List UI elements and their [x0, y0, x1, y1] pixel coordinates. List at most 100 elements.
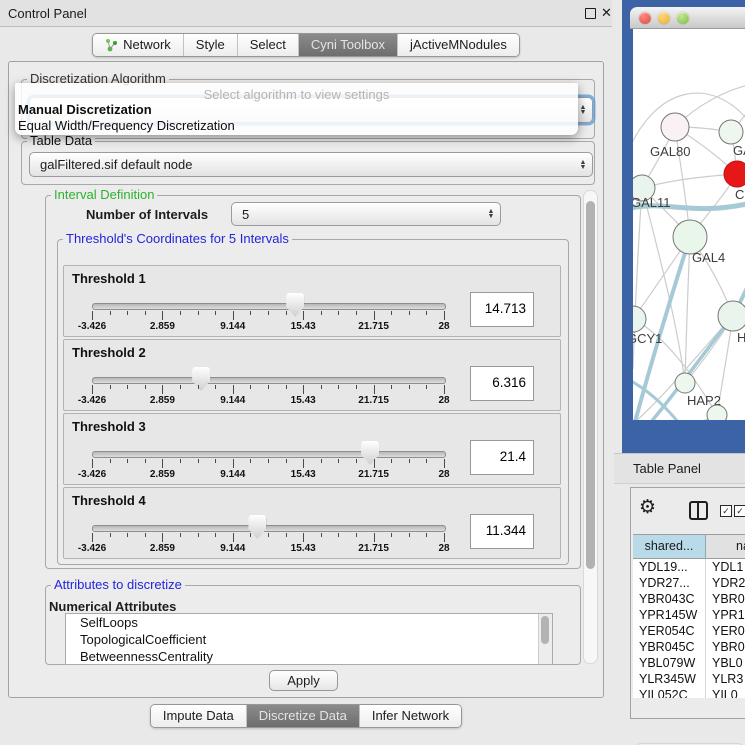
columns-icon[interactable]: [689, 501, 708, 520]
tick-mark: [198, 533, 199, 537]
slider-track[interactable]: [92, 377, 446, 384]
threshold-value-field[interactable]: 11.344: [470, 514, 534, 549]
tick-mark: [233, 533, 234, 542]
network-window-titlebar[interactable]: [630, 7, 745, 29]
tab-infer-network[interactable]: Infer Network: [360, 705, 461, 727]
threshold-row-1: Threshold 1-3.4262.8599.14415.4321.71528…: [63, 265, 561, 337]
number-of-intervals-combobox[interactable]: 5 ▲▼: [231, 202, 501, 226]
tab-select[interactable]: Select: [238, 34, 299, 56]
tick-mark: [426, 533, 427, 537]
control-tab-group: NetworkStyleSelectCyni ToolboxjActiveMNo…: [92, 33, 520, 57]
settings-vertical-scrollbar[interactable]: [583, 190, 598, 664]
threshold-label: Threshold 3: [72, 419, 146, 434]
table-row[interactable]: YLR345WYLR3: [633, 671, 745, 687]
table-body: YDL19...YDL1YDR27...YDR2YBR043CYBR0YPR14…: [633, 559, 745, 698]
tick-mark: [391, 311, 392, 315]
node-label: H: [737, 330, 745, 345]
tick-mark: [250, 311, 251, 315]
table-row[interactable]: YDL19...YDL1: [633, 559, 745, 575]
slider-track[interactable]: [92, 525, 446, 532]
network-node-c[interactable]: [724, 161, 745, 187]
table-row[interactable]: YBR045CYBR0: [633, 639, 745, 655]
list-vertical-scrollbar[interactable]: [538, 614, 552, 664]
attributes-group-label: Attributes to discretize: [51, 578, 185, 592]
tick-mark: [444, 385, 445, 394]
close-traffic-light-icon[interactable]: [639, 12, 651, 24]
stepper-arrows-icon[interactable]: ▲▼: [482, 209, 500, 219]
dropdown-option-manual-discretization[interactable]: Manual Discretization: [18, 102, 152, 117]
network-canvas[interactable]: GAL80GACGAL11GAL4GCY1HHAP2: [633, 29, 745, 420]
checkbox-icon[interactable]: ✓: [720, 505, 732, 517]
network-node-hap2[interactable]: [675, 373, 695, 393]
tick-mark: [250, 385, 251, 389]
checkbox-icon[interactable]: ✓: [734, 505, 745, 517]
tab-network[interactable]: Network: [93, 34, 184, 56]
tick-mark: [338, 385, 339, 389]
dropdown-option-equal-width-frequency-discretization[interactable]: Equal Width/Frequency Discretization: [18, 118, 235, 133]
scrollbar-thumb[interactable]: [586, 201, 595, 569]
network-edge[interactable]: [642, 174, 737, 188]
network-edge[interactable]: [642, 188, 685, 383]
table-row[interactable]: YIL052CYIL0: [633, 687, 745, 698]
table-row[interactable]: YBL079WYBL0: [633, 655, 745, 671]
scrollbar-thumb[interactable]: [541, 616, 549, 644]
table-panel-title: Table Panel: [633, 461, 701, 476]
number-of-intervals-label: Number of Intervals: [86, 207, 208, 222]
tick-mark: [127, 533, 128, 537]
tick-mark: [444, 533, 445, 542]
tick-mark: [180, 459, 181, 463]
table-cell: YIL0: [706, 687, 745, 698]
close-icon[interactable]: ✕: [601, 5, 612, 21]
control-panel-titlebar: Control Panel ✕: [0, 0, 612, 27]
tab-style[interactable]: Style: [184, 34, 238, 56]
column-header-1[interactable]: shared...: [633, 535, 706, 558]
zoom-traffic-light-icon[interactable]: [677, 12, 689, 24]
numerical-attributes-list[interactable]: SelfLoopsTopologicalCoefficientBetweenne…: [65, 613, 553, 665]
tick-mark: [180, 311, 181, 315]
network-node-gcy1[interactable]: [633, 306, 646, 332]
tick-label: 28: [438, 395, 449, 406]
tick-label: 28: [438, 321, 449, 332]
node-table: shared...na YDL19...YDL1YDR27...YDR2YBR0…: [633, 534, 745, 698]
apply-button[interactable]: Apply: [269, 670, 338, 691]
slider-tick-labels: -3.4262.8599.14415.4321.71528: [92, 321, 444, 333]
stepper-arrows-icon[interactable]: ▲▼: [574, 160, 592, 170]
tab-cyni-toolbox[interactable]: Cyni Toolbox: [299, 34, 398, 56]
float-window-icon[interactable]: [585, 8, 596, 19]
gear-icon[interactable]: ⚙: [639, 496, 656, 519]
column-header-2[interactable]: na: [706, 535, 745, 558]
table-data-combobox[interactable]: galFiltered.sif default node ▲▼: [29, 152, 593, 177]
table-row[interactable]: YBR043CYBR0: [633, 591, 745, 607]
table-cell: YIL052C: [633, 687, 706, 698]
minimize-traffic-light-icon[interactable]: [658, 12, 670, 24]
threshold-value-field[interactable]: 14.713: [470, 292, 534, 327]
threshold-value-field[interactable]: 6.316: [470, 366, 534, 401]
tick-mark: [391, 533, 392, 537]
network-node-ga[interactable]: [719, 120, 743, 144]
tab-jactivemnodules[interactable]: jActiveMNodules: [398, 34, 519, 56]
list-item-betweennesscentrality[interactable]: BetweennessCentrality: [66, 648, 552, 665]
list-item-topologicalcoefficient[interactable]: TopologicalCoefficient: [66, 631, 552, 648]
table-row[interactable]: YPR145WYPR1: [633, 607, 745, 623]
list-item-selfloops[interactable]: SelfLoops: [66, 614, 552, 631]
dropdown-prompt: Select algorithm to view settings: [15, 87, 578, 102]
network-edge[interactable]: [685, 237, 690, 383]
threshold-value-field[interactable]: 21.4: [470, 440, 534, 475]
tab-impute-data[interactable]: Impute Data: [151, 705, 247, 727]
node-label: GAL80: [650, 144, 690, 159]
table-row[interactable]: YDR27...YDR2: [633, 575, 745, 591]
network-node-gal4[interactable]: [673, 220, 707, 254]
slider-track[interactable]: [92, 451, 446, 458]
network-node-h[interactable]: [718, 301, 745, 331]
tick-label: 2.859: [150, 469, 175, 480]
network-node-gal80[interactable]: [661, 113, 689, 141]
table-panel-titlebar: Table Panel: [614, 453, 745, 484]
network-node[interactable]: [707, 405, 727, 420]
network-view-window[interactable]: GAL80GACGAL11GAL4GCY1HHAP2: [622, 0, 745, 453]
tab-discretize-data[interactable]: Discretize Data: [247, 705, 360, 727]
slider-track[interactable]: [92, 303, 446, 310]
slider-ticks: [92, 385, 444, 394]
tick-label: 21.715: [358, 395, 389, 406]
table-row[interactable]: YER054CYER0: [633, 623, 745, 639]
tick-mark: [198, 385, 199, 389]
